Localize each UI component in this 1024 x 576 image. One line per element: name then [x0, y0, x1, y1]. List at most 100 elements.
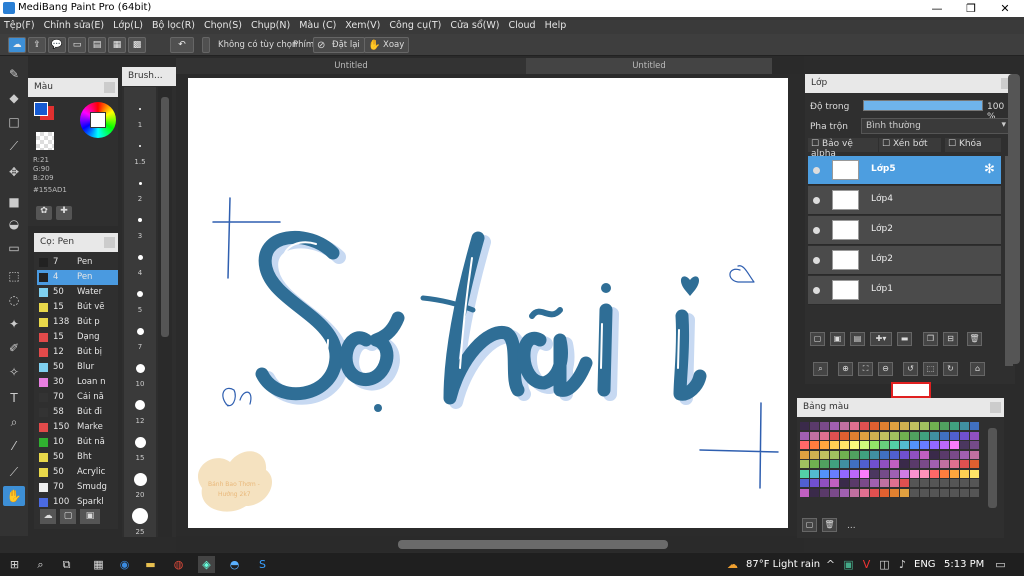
brush-list-item[interactable]: 12 Bút bị: [37, 345, 118, 360]
palette-swatch[interactable]: [870, 488, 879, 497]
palette-swatch[interactable]: [860, 431, 869, 440]
duplicate-layer-icon[interactable]: ❐: [923, 332, 938, 346]
palette-swatch[interactable]: [950, 431, 959, 440]
skype-icon[interactable]: S: [254, 556, 271, 573]
select-eraser-tool-icon[interactable]: ✧: [3, 362, 25, 382]
brush-list-item[interactable]: 50 Water: [37, 285, 118, 300]
folder-icon[interactable]: ▬: [142, 556, 159, 573]
menu-snap[interactable]: Chụp(N): [251, 20, 290, 31]
brush-list-item[interactable]: 7 Pen: [37, 255, 118, 270]
language-indicator[interactable]: ENG: [914, 559, 936, 570]
palette-swatch[interactable]: [820, 488, 829, 497]
layer-row[interactable]: Lớp2: [808, 216, 1001, 245]
palette-swatch[interactable]: [890, 488, 899, 497]
panel-close-icon[interactable]: [104, 82, 115, 93]
layer-row[interactable]: Lớp2: [808, 246, 1001, 275]
brush-list-item[interactable]: 70 Cái nă: [37, 390, 118, 405]
new-brush-icon[interactable]: ▢: [60, 509, 76, 524]
palette-swatch[interactable]: [940, 469, 949, 478]
brush-list-item[interactable]: 50 Acrylic: [37, 465, 118, 480]
rotate-button[interactable]: ✋ Xoay: [364, 37, 410, 53]
text-tool-icon[interactable]: T: [3, 388, 25, 408]
palette-swatch[interactable]: [960, 422, 969, 430]
menu-filter[interactable]: Bộ lọc(R): [152, 20, 195, 31]
palette-swatch[interactable]: [820, 469, 829, 478]
rotate-right-icon[interactable]: ↻: [943, 362, 958, 376]
palette-swatch[interactable]: [970, 488, 979, 497]
panel-close-icon[interactable]: [990, 402, 1001, 413]
network-icon[interactable]: ◫: [876, 556, 893, 573]
palette-swatch[interactable]: [930, 488, 939, 497]
palette-swatch[interactable]: [850, 441, 859, 449]
brush-size-dot[interactable]: [134, 436, 146, 448]
vpn-icon[interactable]: V: [858, 556, 875, 573]
palette-swatch[interactable]: [920, 422, 929, 430]
menu-window[interactable]: Cửa sổ(W): [450, 20, 499, 31]
eye-icon[interactable]: [813, 257, 820, 264]
palette-swatch[interactable]: [870, 479, 879, 487]
flip-icon[interactable]: ⬚: [923, 362, 938, 376]
brush-size-dot[interactable]: [138, 144, 142, 148]
brush-list-item[interactable]: 70 Smudg: [37, 480, 118, 495]
palette-swatch[interactable]: [860, 450, 869, 459]
menu-layer[interactable]: Lớp(L): [113, 20, 143, 31]
brush-size-dot[interactable]: [137, 291, 143, 297]
palette-swatch[interactable]: [900, 488, 909, 497]
palette-swatch[interactable]: [810, 488, 819, 497]
palette-swatch[interactable]: [850, 479, 859, 487]
brush-list-item[interactable]: 138 Bút p: [37, 315, 118, 330]
canvas-horizontal-scrollbar[interactable]: [176, 536, 804, 552]
windows-start-icon[interactable]: ⊞: [6, 556, 23, 573]
palette-swatch[interactable]: [910, 431, 919, 440]
palette-swatch[interactable]: [860, 479, 869, 487]
palette-swatch[interactable]: [900, 450, 909, 459]
layer-row[interactable]: Lớp4: [808, 186, 1001, 215]
palette-swatch[interactable]: [970, 479, 979, 487]
palette-swatch[interactable]: [830, 441, 839, 449]
menu-file[interactable]: Tệp(F): [4, 20, 35, 31]
pen-tool-icon[interactable]: ⟋: [3, 136, 25, 156]
brush-list-item[interactable]: 30 Loan n: [37, 375, 118, 390]
chrome-icon[interactable]: ◍: [170, 556, 187, 573]
new-halftone-layer-icon[interactable]: ▣: [830, 332, 845, 346]
eye-icon[interactable]: [813, 197, 820, 204]
palette-swatch[interactable]: [940, 488, 949, 497]
eye-icon[interactable]: [813, 227, 820, 234]
palette-add-icon[interactable]: ✚: [56, 206, 72, 220]
palette-swatch[interactable]: [910, 488, 919, 497]
menu-select[interactable]: Chọn(S): [204, 20, 242, 31]
close-button[interactable]: ✕: [988, 0, 1022, 17]
palette-swatch[interactable]: [840, 469, 849, 478]
brush-list-item[interactable]: 58 Bút đi: [37, 405, 118, 420]
palette-swatch[interactable]: [830, 460, 839, 468]
palette-swatch[interactable]: [850, 469, 859, 478]
palette-swatch[interactable]: [860, 422, 869, 430]
palette-swatch[interactable]: [930, 441, 939, 449]
palette-swatch[interactable]: [930, 460, 939, 468]
volume-icon[interactable]: ♪: [894, 556, 911, 573]
palette-swatch[interactable]: [830, 469, 839, 478]
fill-rect-tool-icon[interactable]: ■: [3, 192, 25, 212]
palette-swatch[interactable]: [920, 479, 929, 487]
shape-tool-icon[interactable]: □: [3, 112, 25, 132]
palette-swatch[interactable]: [850, 450, 859, 459]
palette-swatch[interactable]: [970, 460, 979, 468]
brush-size-dot[interactable]: [135, 363, 145, 373]
palette-swatch[interactable]: [860, 469, 869, 478]
palette-swatch[interactable]: [840, 422, 849, 430]
palette-swatch[interactable]: [940, 431, 949, 440]
palette-swatch[interactable]: [890, 441, 899, 449]
palette-swatch[interactable]: [800, 469, 809, 478]
palette-swatch[interactable]: [890, 431, 899, 440]
gradient-tool-icon[interactable]: ▭: [3, 238, 25, 258]
brush-list-item[interactable]: 10 Bút nă: [37, 435, 118, 450]
palette-swatch[interactable]: [900, 431, 909, 440]
zoom-fit-icon[interactable]: ⌕: [813, 362, 828, 376]
palette-swatch[interactable]: [900, 422, 909, 430]
lock-checkbox[interactable]: ☐ Khóa: [945, 138, 1001, 152]
brush-list-item[interactable]: 50 Bht: [37, 450, 118, 465]
widgets-icon[interactable]: ▦: [90, 556, 107, 573]
palette-swatch[interactable]: [850, 422, 859, 430]
palette-swatch[interactable]: [910, 441, 919, 449]
palette-swatch[interactable]: [950, 479, 959, 487]
